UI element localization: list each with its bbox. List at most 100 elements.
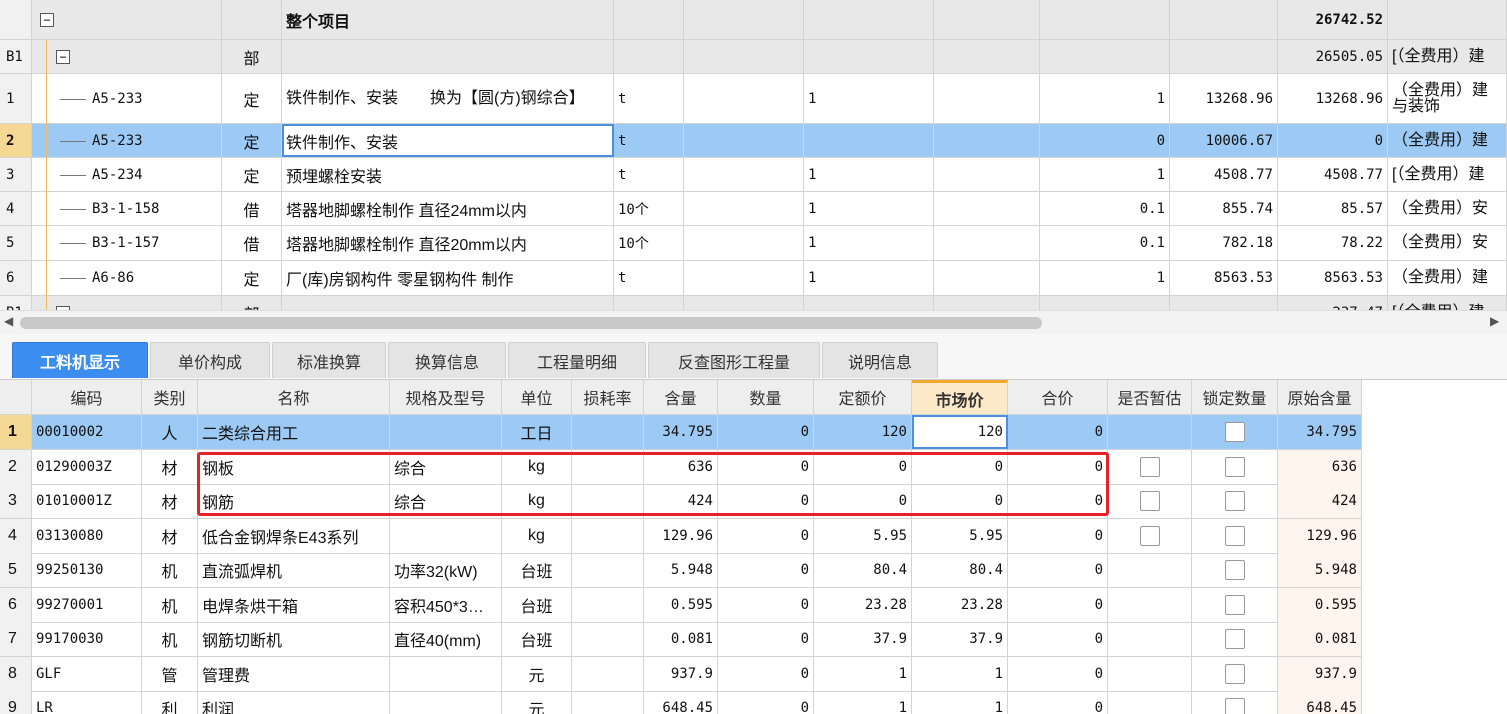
column-header-loss-rate[interactable]: 损耗率 bbox=[572, 380, 644, 414]
provisional-checkbox[interactable] bbox=[1108, 553, 1192, 587]
expression-cell[interactable] bbox=[804, 0, 934, 39]
loss-rate[interactable] bbox=[572, 587, 644, 622]
content-amount[interactable]: 937.9 bbox=[644, 656, 718, 691]
tab-reverse-check-graphic[interactable]: 反查图形工程量 bbox=[648, 342, 820, 378]
resource-category[interactable]: 管 bbox=[142, 656, 198, 691]
resource-code[interactable]: 01010001Z bbox=[32, 484, 142, 518]
lock-checkbox-box[interactable] bbox=[1224, 560, 1245, 580]
resource-unit[interactable]: 元 bbox=[502, 656, 572, 691]
quantity-cell[interactable]: 0.1 bbox=[1040, 226, 1170, 260]
resource-spec[interactable]: 综合 bbox=[390, 484, 502, 518]
resource-name[interactable]: 直流弧焊机 bbox=[198, 553, 390, 587]
quantity[interactable]: 0 bbox=[718, 415, 814, 449]
total-price-cell[interactable]: 4508.77 bbox=[1278, 158, 1388, 191]
column-header-resource-category[interactable]: 类别 bbox=[142, 380, 198, 414]
scrollbar-thumb[interactable] bbox=[20, 317, 1042, 329]
loss-rate[interactable] bbox=[572, 553, 644, 587]
lock-qty-checkbox[interactable] bbox=[1192, 449, 1278, 484]
unit-cell[interactable] bbox=[614, 296, 684, 310]
expression-cell[interactable] bbox=[804, 296, 934, 310]
formula-cell[interactable] bbox=[684, 0, 804, 39]
lock-qty-checkbox[interactable] bbox=[1192, 553, 1278, 587]
content-amount[interactable]: 5.948 bbox=[644, 553, 718, 587]
expression-cell[interactable]: 1 bbox=[804, 226, 934, 260]
resource-unit[interactable]: kg bbox=[502, 484, 572, 518]
formula-cell[interactable] bbox=[684, 296, 804, 310]
quota-price[interactable]: 37.9 bbox=[814, 622, 912, 656]
content-amount[interactable]: 0.081 bbox=[644, 622, 718, 656]
total-price-cell[interactable]: 26742.52 bbox=[1278, 0, 1388, 39]
row-number[interactable]: 4 bbox=[0, 518, 32, 553]
column-header-resource-unit[interactable]: 单位 bbox=[502, 380, 572, 414]
code-cell[interactable]: A6-86 bbox=[32, 261, 222, 295]
quota-type[interactable]: 定 bbox=[222, 261, 282, 295]
lock-qty-checkbox[interactable] bbox=[1192, 518, 1278, 553]
resource-unit[interactable]: 台班 bbox=[502, 553, 572, 587]
resource-unit[interactable]: 台班 bbox=[502, 622, 572, 656]
expression-cell[interactable]: 1 bbox=[804, 74, 934, 123]
quota-type[interactable]: 定 bbox=[222, 158, 282, 191]
quota-name[interactable]: 厂(库)房钢构件 零星钢构件 制作 bbox=[282, 261, 614, 295]
formula-cell[interactable] bbox=[684, 158, 804, 191]
lock-checkbox-box[interactable] bbox=[1224, 594, 1245, 615]
market-price[interactable]: 0 bbox=[912, 449, 1008, 484]
column-header-content-amount[interactable]: 含量 bbox=[644, 380, 718, 414]
formula-cell[interactable] bbox=[684, 261, 804, 295]
quota-name[interactable]: 塔器地脚螺栓制作 直径24mm以内 bbox=[282, 192, 614, 225]
lock-qty-checkbox[interactable] bbox=[1192, 691, 1278, 714]
row-number[interactable]: 7 bbox=[0, 622, 32, 656]
fee-type-cell[interactable]: （全费用）建 bbox=[1388, 124, 1507, 157]
unit-cell[interactable]: t bbox=[614, 158, 684, 191]
column-header-resource-name[interactable]: 名称 bbox=[198, 380, 390, 414]
quantity-cell[interactable] bbox=[1040, 0, 1170, 39]
quantity[interactable]: 0 bbox=[718, 484, 814, 518]
lock-qty-checkbox[interactable] bbox=[1192, 484, 1278, 518]
resource-spec[interactable]: 功率32(kW) bbox=[390, 553, 502, 587]
row-number[interactable]: 6 bbox=[0, 587, 32, 622]
unit-cell[interactable]: t bbox=[614, 124, 684, 157]
column-header-total-price[interactable]: 合价 bbox=[1008, 380, 1108, 414]
fee-type-cell[interactable]: （全费用）建与装饰 bbox=[1388, 74, 1507, 123]
row-number[interactable]: 2 bbox=[0, 124, 32, 157]
fee-type-cell[interactable] bbox=[1388, 0, 1507, 39]
column-header-resource-spec[interactable]: 规格及型号 bbox=[390, 380, 502, 414]
resource-row[interactable]: 6 99270001 机电焊条烘干箱 容积450*3… 台班 0.595 0 23.28 23.… bbox=[0, 587, 1362, 623]
resource-code[interactable]: LR bbox=[32, 691, 142, 714]
content-amount[interactable]: 0.595 bbox=[644, 587, 718, 622]
resource-category[interactable]: 机 bbox=[142, 622, 198, 656]
total-price[interactable]: 0 bbox=[1008, 518, 1108, 553]
resource-row[interactable]: 8 GLF 管管理费元 937.9 0 1 1 0 937.9 bbox=[0, 656, 1362, 692]
original-content[interactable]: 424 bbox=[1278, 484, 1362, 518]
tab-quantity-details[interactable]: 工程量明细 bbox=[508, 342, 646, 378]
total-price-cell[interactable]: 13268.96 bbox=[1278, 74, 1388, 123]
quota-price[interactable]: 120 bbox=[814, 415, 912, 449]
resource-spec[interactable] bbox=[390, 415, 502, 449]
unit-price-cell[interactable]: 4508.77 bbox=[1170, 158, 1278, 191]
unit-cell[interactable]: t bbox=[614, 74, 684, 123]
quantity-cell[interactable]: 1 bbox=[1040, 158, 1170, 191]
tab-description-info[interactable]: 说明信息 bbox=[822, 342, 938, 378]
quantity-cell[interactable]: 1 bbox=[1040, 261, 1170, 295]
lock-checkbox-box[interactable] bbox=[1224, 491, 1245, 511]
resource-name[interactable]: 二类综合用工 bbox=[198, 415, 390, 449]
quantity[interactable]: 0 bbox=[718, 553, 814, 587]
lock-checkbox-box[interactable] bbox=[1224, 456, 1245, 477]
quantity-cell[interactable] bbox=[1040, 40, 1170, 73]
resource-spec[interactable]: 直径40(mm) bbox=[390, 622, 502, 656]
column-header-quota-price[interactable]: 定额价 bbox=[814, 380, 912, 414]
resource-code[interactable]: 99250130 bbox=[32, 553, 142, 587]
code-cell[interactable]: − bbox=[32, 296, 222, 310]
row-number[interactable] bbox=[0, 0, 32, 39]
market-price[interactable]: 1 bbox=[912, 691, 1008, 714]
resource-category[interactable]: 人 bbox=[142, 415, 198, 449]
lock-checkbox-box[interactable] bbox=[1224, 422, 1245, 442]
expression-cell[interactable] bbox=[804, 124, 934, 157]
quantity[interactable]: 0 bbox=[718, 656, 814, 691]
quota-type[interactable]: 定 bbox=[222, 124, 282, 157]
column-header-market-price[interactable]: 市场价 bbox=[912, 380, 1008, 414]
resource-code[interactable]: 00010002 bbox=[32, 415, 142, 449]
fee-type-cell[interactable]: [（全费用）建 bbox=[1388, 158, 1507, 191]
corner-cell[interactable] bbox=[0, 380, 32, 414]
unit-price-cell[interactable]: 8563.53 bbox=[1170, 261, 1278, 295]
provisional-checkbox[interactable] bbox=[1108, 622, 1192, 656]
